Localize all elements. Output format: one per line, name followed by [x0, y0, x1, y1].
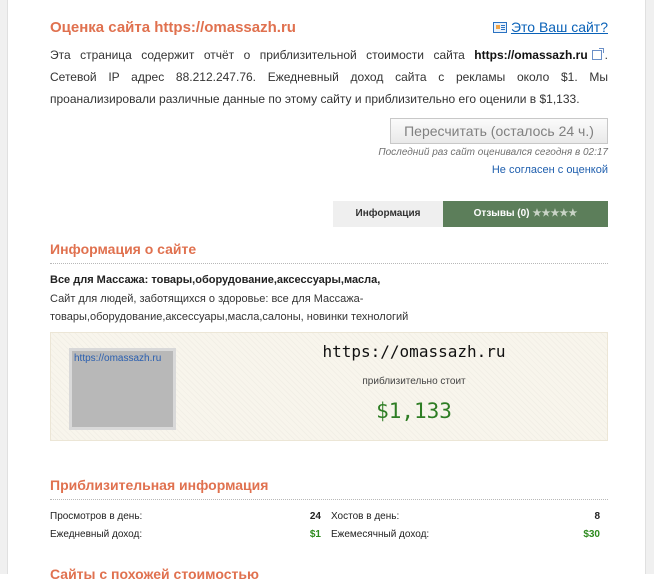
monthly-income-value: $30 — [583, 529, 600, 540]
monthly-income-label: Ежемесячный доход: — [331, 529, 430, 540]
thumbnail-caption: https://omassazh.ru — [74, 353, 162, 364]
daily-income-label: Ежедневный доход: — [50, 529, 143, 540]
site-thumbnail[interactable]: https://omassazh.ru — [69, 348, 176, 430]
valuation-label: приблизительно стоит — [362, 376, 466, 387]
hosts-per-day-label: Хостов в день: — [331, 511, 400, 522]
valuation-box: https://omassazh.ru https://omassazh.ru … — [50, 332, 608, 441]
owner-link[interactable]: Это Ваш сайт? — [492, 19, 608, 35]
disagree-link[interactable]: Не согласен с оценкой — [492, 164, 608, 176]
page-frame-right — [645, 0, 654, 574]
valuation-price: $1,133 — [376, 399, 452, 423]
section-title-site-info: Информация о сайте — [50, 241, 197, 257]
report-description: Эта страница содержит отчёт о приблизите… — [50, 44, 608, 110]
tab-information[interactable]: Информация — [333, 201, 444, 227]
description-domain-link[interactable]: https://omassazh.ru — [474, 48, 587, 62]
site-name: Все для Массажа: товары,оборудование,акс… — [50, 274, 381, 286]
page-title: Оценка сайта https://omassazh.ru — [50, 19, 296, 36]
section-title-similar-sites: Сайты с похожей стоимостью — [50, 566, 259, 582]
page-frame-left — [0, 0, 8, 574]
description-text-1: Эта страница содержит отчёт о приблизите… — [50, 48, 475, 62]
id-card-icon — [492, 21, 507, 33]
section-divider — [50, 263, 608, 264]
valuation-domain: https://omassazh.ru — [322, 342, 506, 361]
owner-link-label[interactable]: Это Ваш сайт? — [511, 19, 608, 35]
hosts-per-day-value: 8 — [594, 511, 600, 522]
site-description: Сайт для людей, заботящихся о здоровье: … — [50, 293, 409, 323]
views-per-day-label: Просмотров в день: — [50, 511, 143, 522]
daily-income-value: $1 — [309, 529, 321, 540]
recalculate-button[interactable]: Пересчитать (осталось 24 ч.) — [390, 118, 608, 144]
section-divider — [50, 499, 608, 500]
external-link-icon[interactable] — [591, 48, 604, 60]
tab-reviews-label: Отзывы (0) — [473, 208, 530, 219]
last-evaluated-note: Последний раз сайт оценивался сегодня в … — [378, 147, 608, 158]
rating-stars-icon: ★★★★★ — [532, 208, 578, 219]
tab-reviews[interactable]: Отзывы (0) ★★★★★ — [443, 201, 608, 227]
views-per-day-value: 24 — [309, 511, 321, 522]
section-title-approx-info: Приблизительная информация — [50, 477, 269, 493]
